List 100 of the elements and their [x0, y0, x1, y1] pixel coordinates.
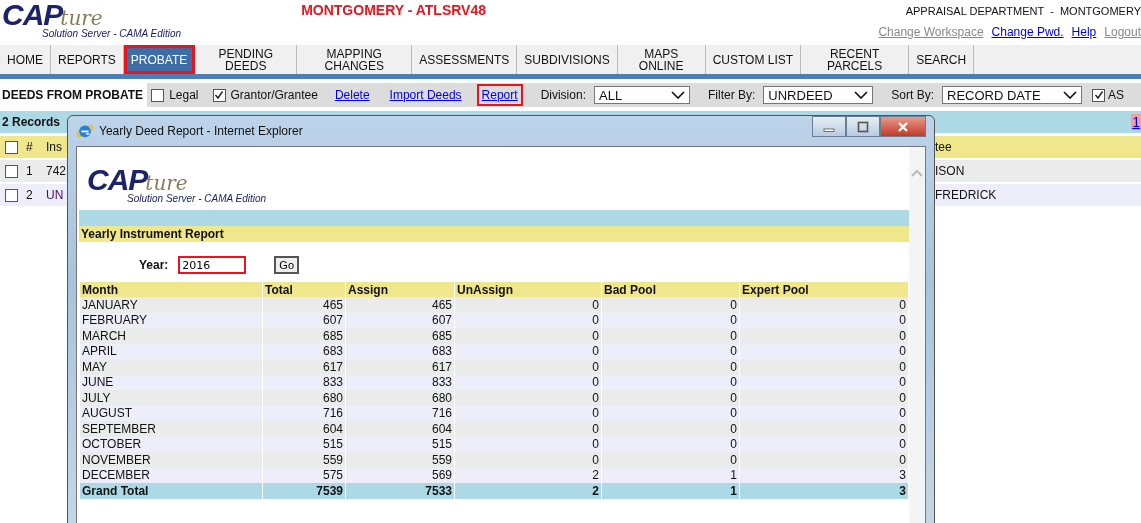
nav-tab[interactable]: SEARCH: [909, 45, 975, 74]
header-link[interactable]: Help: [1071, 25, 1097, 39]
table-cell-text: 0: [729, 436, 738, 452]
table-cell-text: 0: [729, 405, 738, 421]
table-cell-text: 833: [321, 374, 344, 390]
select-label: Sort By:: [891, 88, 934, 102]
checkbox-label: AS: [1108, 88, 1125, 102]
column-header: Month: [80, 282, 262, 297]
table-cell-text: 0: [729, 343, 738, 359]
nav-tab[interactable]: RECENT PARCELS: [801, 45, 910, 74]
table-cell-text: 604: [430, 421, 453, 437]
toolbar-link[interactable]: Delete: [331, 86, 373, 104]
table-cell-text: 716: [430, 405, 453, 421]
minimize-button[interactable]: [812, 116, 846, 137]
checkbox[interactable]: [212, 88, 226, 102]
checkbox[interactable]: [4, 188, 18, 202]
column-header: #: [25, 140, 34, 154]
chevron-down-icon: [1063, 91, 1077, 99]
records-count: 2 Records: [1, 115, 61, 129]
table-cell-text: 0: [898, 374, 907, 390]
table-cell-text: 1: [25, 164, 34, 178]
maximize-button[interactable]: [846, 116, 880, 137]
checkbox[interactable]: [151, 88, 165, 102]
dropdown[interactable]: ALL: [594, 86, 690, 104]
total-cell: 2: [455, 483, 601, 499]
close-icon[interactable]: [897, 120, 909, 133]
table-cell-text: 465: [321, 297, 344, 313]
page-link[interactable]: 1: [1131, 114, 1141, 130]
nav-tab[interactable]: CUSTOM LIST: [705, 45, 802, 74]
table-cell-text: 0: [898, 343, 907, 359]
scrollbar[interactable]: [909, 147, 925, 523]
nav-tab[interactable]: HOME: [0, 45, 51, 74]
table-cell-text: 0: [729, 328, 738, 344]
column-header: Total: [263, 282, 345, 297]
table-cell-text: 0: [729, 390, 738, 406]
table-cell-text: 683: [430, 343, 453, 359]
table-cell-text: 569: [430, 467, 453, 483]
table-cell-text: NOVEMBER: [81, 452, 152, 468]
column-header: Expert Pool: [740, 282, 908, 297]
table-cell-text: 0: [729, 359, 738, 375]
table-cell-text: 0: [729, 421, 738, 437]
select-label: Filter By:: [708, 88, 756, 102]
nav-tab[interactable]: ASSESSMENTS: [412, 45, 518, 74]
table-cell-text: 0: [898, 390, 907, 406]
table-cell-text: 0: [898, 421, 907, 437]
nav-tab[interactable]: MAPPING CHANGES: [297, 45, 413, 74]
chevron-down-icon: [671, 91, 685, 99]
nav-tab[interactable]: PROBATE: [123, 45, 196, 74]
table-cell-text: 680: [321, 390, 344, 406]
go-button[interactable]: Go: [274, 256, 300, 274]
toolbar-link[interactable]: Report: [478, 86, 521, 104]
table-cell-text: OCTOBER: [81, 436, 143, 452]
dropdown[interactable]: RECORD DATE: [942, 86, 1082, 104]
table-cell-text: 515: [430, 436, 453, 452]
table-cell-text: 0: [591, 343, 600, 359]
checkbox[interactable]: [4, 164, 18, 178]
checkbox[interactable]: [4, 140, 18, 154]
column-header: Assign: [346, 282, 454, 297]
year-field[interactable]: 2016: [178, 256, 247, 274]
table-cell-text: 0: [591, 359, 600, 375]
close-button[interactable]: [880, 116, 926, 137]
total-cell: 7533: [346, 483, 454, 499]
table-cell-text: 0: [591, 452, 600, 468]
table-cell-text: UN: [45, 188, 64, 202]
table-cell-text: 742: [45, 164, 67, 178]
dropdown[interactable]: UNRDEED: [763, 86, 874, 104]
window-title: Yearly Deed Report - Internet Explorer: [99, 124, 303, 138]
table-cell-text: 617: [430, 359, 453, 375]
table-cell-text: MARCH: [81, 328, 127, 344]
table-cell-text: 0: [898, 328, 907, 344]
year-label: Year:: [139, 258, 169, 272]
nav-tab[interactable]: MAPS ONLINE: [617, 45, 706, 74]
header-link[interactable]: Change Pwd.: [991, 25, 1064, 39]
table-cell-text: 0: [898, 359, 907, 375]
toolbar-link[interactable]: Import Deeds: [386, 86, 465, 104]
column-header: Ins: [45, 140, 62, 154]
nav-tab[interactable]: PENDING DEEDS: [195, 45, 298, 74]
checkbox-label: Legal: [169, 88, 199, 102]
checkbox[interactable]: [1092, 88, 1105, 102]
maximize-icon[interactable]: [857, 120, 869, 133]
nav-tab[interactable]: REPORTS: [51, 45, 124, 74]
captur-logo: CAPture Solution Server - CAMA Edition: [86, 165, 267, 204]
section-title: DEEDS FROM PROBATE: [1, 88, 145, 102]
column-header: tee: [935, 140, 953, 154]
nav-tab[interactable]: SUBDIVISIONS: [517, 45, 618, 74]
total-cell: 1: [602, 483, 739, 499]
table-cell-text: 683: [321, 343, 344, 359]
table-cell-text: ISON: [935, 164, 966, 178]
column-header: UnAssign: [455, 282, 601, 297]
table-cell-text: DECEMBER: [81, 467, 151, 483]
table-cell-text: 0: [591, 436, 600, 452]
table-cell-text: 0: [591, 390, 600, 406]
checkbox-label: Grantor/Grantee: [230, 88, 318, 102]
table-cell-text: 833: [430, 374, 453, 390]
table-cell-text: 604: [321, 421, 344, 437]
table-cell-text: 1: [729, 467, 738, 483]
table-cell-text: 0: [729, 374, 738, 390]
table-cell-text: 2: [25, 188, 34, 202]
table-cell-text: 559: [430, 452, 453, 468]
table-cell-text: 0: [591, 312, 600, 328]
